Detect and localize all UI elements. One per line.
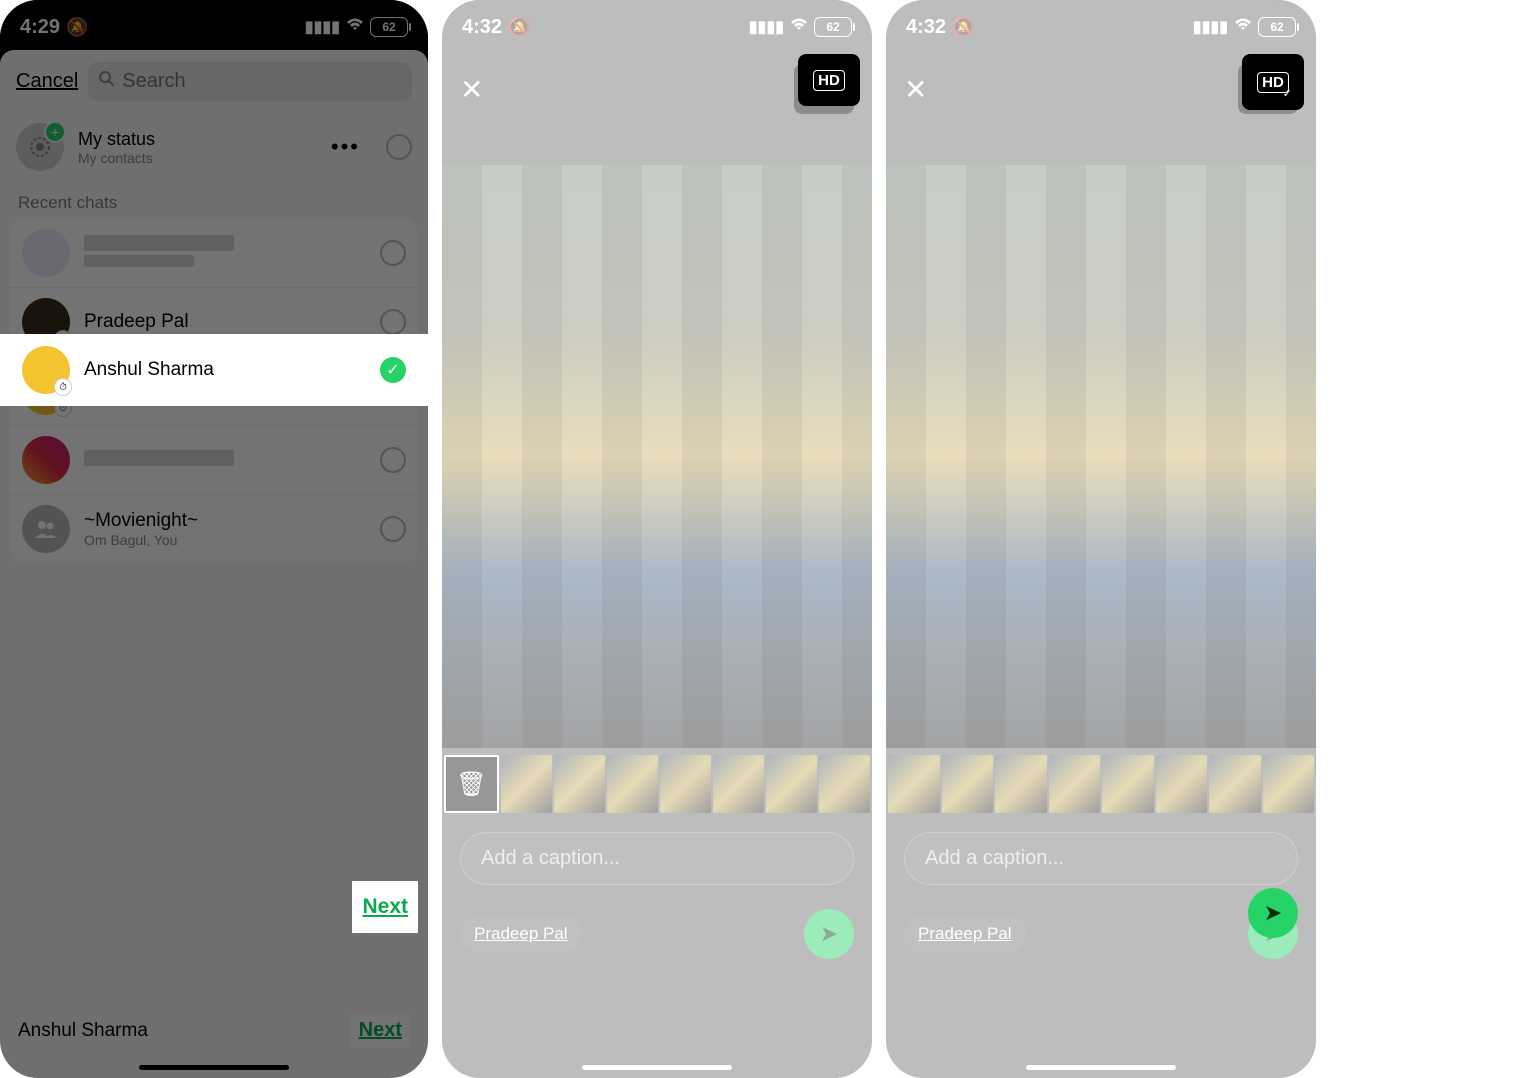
chat-row[interactable] [10,219,418,288]
filmstrip-frame[interactable] [501,755,552,813]
chat-row[interactable] [10,426,418,495]
next-button[interactable]: Next [354,889,416,925]
filmstrip-frame[interactable] [766,755,817,813]
avatar [22,436,70,484]
caption-input[interactable]: Add a caption... [904,832,1298,885]
close-button[interactable]: ✕ [460,73,483,106]
video-preview[interactable] [442,165,872,748]
panel-media-editor-hd: 4:32 🔕 ▮▮▮▮ 62 ✕ HD 🗑 Add a caption... P… [442,0,872,1078]
chat-row[interactable]: ~Movienight~ Om Bagul, You [10,495,418,563]
filmstrip-frame[interactable] [995,755,1047,813]
home-indicator [1026,1065,1176,1070]
caption-input[interactable]: Add a caption... [460,832,854,885]
filmstrip-frame[interactable] [819,755,870,813]
my-status-avatar [16,123,64,171]
close-button[interactable]: ✕ [904,73,927,106]
silent-icon: 🔕 [952,17,974,38]
signal-icon: ▮▮▮▮ [305,17,340,37]
send-icon: ➤ [1264,900,1282,926]
status-radio[interactable] [386,134,412,160]
filmstrip-frame[interactable] [1049,755,1101,813]
check-icon: ✓ [1283,87,1292,100]
highlight-next: Next [352,881,418,933]
chat-name: ~Movienight~ [84,510,198,532]
status-bar: 4:29 🔕 ▮▮▮▮ 62 [0,0,428,50]
highlight-send-button[interactable]: ➤ [1248,888,1298,938]
filmstrip-frame[interactable] [1209,755,1261,813]
my-status-title: My status [78,129,155,150]
filmstrip-frame[interactable] [942,755,994,813]
home-indicator [139,1065,289,1070]
selected-contact: Anshul Sharma [18,1020,148,1042]
status-bar: 4:32 🔕 ▮▮▮▮ 62 [886,0,1316,50]
battery-icon: 62 [1258,17,1296,37]
trash-icon: 🗑 [456,770,486,799]
chat-name: Anshul Sharma [84,359,214,381]
redacted-name [84,450,234,466]
recent-chats-label: Recent chats [0,181,428,219]
panel-media-editor-send: 4:32 🔕 ▮▮▮▮ 62 ✕ HD Add a caption... Pra… [886,0,1316,1078]
select-radio[interactable] [380,309,406,335]
avatar [22,229,70,277]
highlight-hd-button-checked[interactable]: HD ✓ [1242,54,1304,110]
send-icon: ➤ [820,921,838,947]
silent-icon: 🔕 [66,17,88,38]
recipient-chip[interactable]: Pradeep Pal [460,916,582,952]
filmstrip-frame[interactable] [888,755,940,813]
filmstrip-frame[interactable] [1263,755,1315,813]
video-preview[interactable] [886,165,1316,748]
filmstrip-frame[interactable] [1102,755,1154,813]
send-button[interactable]: ➤ [804,909,854,959]
video-filmstrip[interactable]: 🗑 [442,755,872,813]
highlight-hd-button[interactable]: HD [798,54,860,106]
filmstrip-frame[interactable] [713,755,764,813]
redacted-name [84,235,234,251]
select-radio[interactable] [380,447,406,473]
delete-frame-button[interactable]: 🗑 [444,755,499,813]
home-indicator [582,1065,732,1070]
chat-name: Pradeep Pal [84,311,189,333]
filmstrip-frame[interactable] [1156,755,1208,813]
silent-icon: 🔕 [508,17,530,38]
battery-icon: 62 [370,17,408,37]
filmstrip-frame[interactable] [554,755,605,813]
status-time: 4:29 [20,16,60,39]
avatar [22,505,70,553]
my-status-sub: My contacts [78,150,155,166]
status-time: 4:32 [906,16,946,39]
hd-icon: HD [813,70,845,91]
avatar: ⏱ [22,346,70,394]
wifi-icon [346,18,364,37]
filmstrip-frame[interactable] [607,755,658,813]
cancel-button[interactable]: Cancel [16,70,78,93]
wifi-icon [790,18,808,37]
panel-contact-picker: 4:29 🔕 ▮▮▮▮ 62 Cancel [0,0,428,1078]
recipient-chip[interactable]: Pradeep Pal [904,916,1026,952]
select-radio[interactable] [380,516,406,542]
signal-icon: ▮▮▮▮ [1193,17,1228,37]
battery-icon: 62 [814,17,852,37]
search-icon [98,70,116,93]
disappearing-icon: ⏱ [54,378,72,396]
select-radio[interactable] [380,240,406,266]
wifi-icon [1234,18,1252,37]
highlight-selected-row[interactable]: ⏱ Anshul Sharma ✓ [0,334,428,406]
status-bar: 4:32 🔕 ▮▮▮▮ 62 [442,0,872,50]
status-time: 4:32 [462,16,502,39]
next-button[interactable]: Next [351,1013,410,1048]
chat-sub: Om Bagul, You [84,532,198,548]
signal-icon: ▮▮▮▮ [749,17,784,37]
my-status-row[interactable]: My status My contacts ••• [0,113,428,181]
selected-check-icon[interactable]: ✓ [380,357,406,383]
search-input[interactable] [122,70,402,93]
search-field[interactable] [88,62,412,101]
more-icon[interactable]: ••• [331,134,360,160]
video-filmstrip[interactable] [886,755,1316,813]
filmstrip-frame[interactable] [660,755,711,813]
